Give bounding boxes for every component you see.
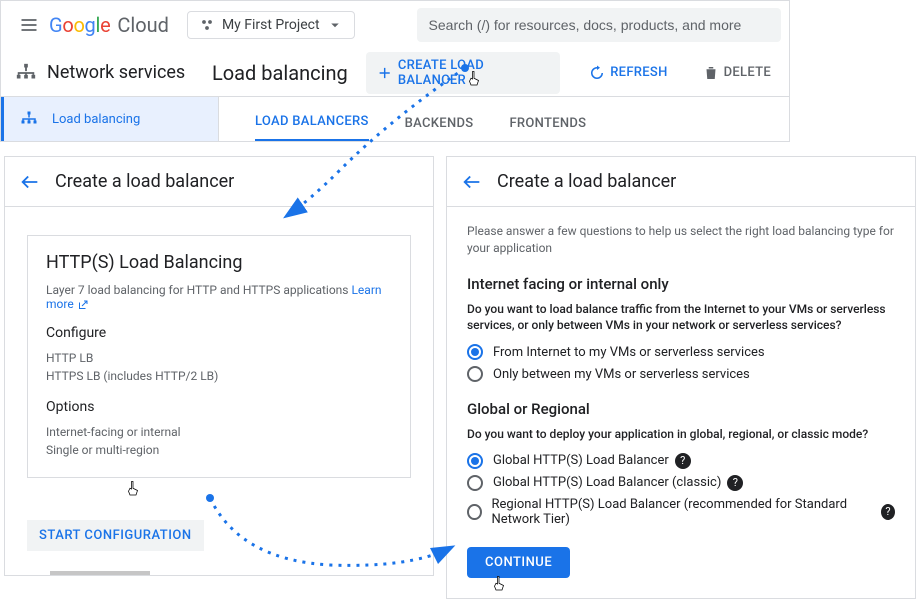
button-underline — [50, 571, 150, 575]
back-arrow-icon[interactable] — [461, 171, 483, 193]
refresh-button[interactable]: Refresh — [578, 58, 677, 88]
refresh-icon — [588, 64, 606, 82]
radio-icon — [467, 453, 483, 469]
sidebar-item-load-balancing[interactable]: Load balancing — [1, 97, 219, 141]
tabs-row: Load balancing Load balancers Backends F… — [1, 97, 789, 141]
cursor-pointer-icon — [124, 478, 142, 500]
subheader-row: Network services Load balancing Create l… — [1, 49, 789, 97]
google-cloud-logo[interactable]: Google Cloud — [49, 13, 169, 37]
create-header-right: Create a load balancer — [447, 157, 915, 207]
sidebar-item-label: Load balancing — [52, 112, 140, 127]
project-name: My First Project — [222, 17, 320, 33]
page-title: Load balancing — [212, 61, 366, 85]
network-icon — [20, 110, 38, 128]
options-heading: Options — [46, 399, 392, 415]
section2-heading: Global or Regional — [467, 400, 895, 418]
options-line-1: Internet-facing or internal — [46, 423, 392, 441]
card-description: Layer 7 load balancing for HTTP and HTTP… — [46, 283, 392, 311]
create-header-left: Create a load balancer — [5, 157, 433, 207]
service-name: Network services — [15, 62, 212, 84]
help-icon[interactable]: ? — [881, 504, 895, 520]
radio-global-https[interactable]: Global HTTP(S) Load Balancer ? — [467, 453, 895, 469]
configure-line-1: HTTP LB — [46, 349, 392, 367]
chevron-down-icon — [326, 16, 344, 34]
cursor-pointer-icon — [465, 68, 483, 90]
create-panel-left: Create a load balancer HTTP(S) Load Bala… — [4, 156, 434, 576]
search-bar[interactable] — [417, 8, 781, 42]
section1-heading: Internet facing or internal only — [467, 275, 895, 293]
top-panel: Google Cloud My First Project Network se… — [0, 0, 790, 142]
radio-icon — [467, 344, 483, 360]
create-load-balancer-button[interactable]: Create load balancer — [366, 52, 560, 94]
section1-question: Do you want to load balance traffic from… — [467, 301, 895, 335]
radio-icon — [467, 475, 483, 491]
configure-line-2: HTTPS LB (includes HTTP/2 LB) — [46, 367, 392, 385]
back-arrow-icon[interactable] — [19, 171, 41, 193]
configure-heading: Configure — [46, 325, 392, 341]
create-title: Create a load balancer — [497, 171, 676, 192]
radio-only-vms[interactable]: Only between my VMs or serverless servic… — [467, 366, 895, 382]
trash-icon — [702, 64, 720, 82]
section2-question: Do you want to deploy your application i… — [467, 426, 895, 443]
create-title: Create a load balancer — [55, 171, 234, 192]
help-icon[interactable]: ? — [727, 475, 743, 491]
radio-global-classic[interactable]: Global HTTP(S) Load Balancer (classic) ? — [467, 475, 895, 491]
search-input[interactable] — [429, 17, 769, 33]
radio-from-internet[interactable]: From Internet to my VMs or serverless se… — [467, 344, 895, 360]
cursor-pointer-icon — [490, 573, 508, 595]
tab-frontends[interactable]: Frontends — [509, 104, 586, 141]
header-row: Google Cloud My First Project — [1, 1, 789, 49]
right-body: Please answer a few questions to help us… — [447, 207, 915, 598]
plus-icon — [376, 64, 393, 82]
menu-icon[interactable] — [9, 15, 49, 35]
continue-button[interactable]: Continue — [467, 547, 570, 578]
create-panel-right: Create a load balancer Please answer a f… — [446, 156, 916, 599]
http-lb-card: HTTP(S) Load Balancing Layer 7 load bala… — [27, 235, 411, 478]
help-icon[interactable]: ? — [675, 453, 691, 469]
network-icon — [15, 62, 37, 84]
tabs: Load balancers Backends Frontends — [219, 97, 604, 141]
options-line-2: Single or multi-region — [46, 441, 392, 459]
radio-icon — [467, 504, 482, 520]
card-title: HTTP(S) Load Balancing — [46, 252, 392, 273]
external-link-icon — [77, 299, 89, 311]
delete-button[interactable]: Delete — [692, 58, 781, 88]
start-configuration-button[interactable]: Start configuration — [27, 520, 204, 551]
tab-load-balancers[interactable]: Load balancers — [255, 102, 369, 141]
project-picker[interactable]: My First Project — [187, 11, 355, 39]
wizard-hint: Please answer a few questions to help us… — [467, 223, 895, 257]
radio-icon — [467, 366, 483, 382]
tab-backends[interactable]: Backends — [405, 104, 474, 141]
radio-regional-https[interactable]: Regional HTTP(S) Load Balancer (recommen… — [467, 497, 895, 527]
